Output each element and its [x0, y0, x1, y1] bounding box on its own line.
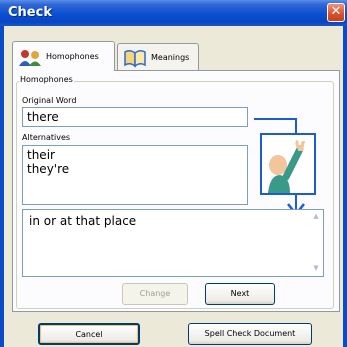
scroll-down-icon[interactable]: ▼	[311, 264, 321, 274]
tab-homophones-label: Homophones	[46, 52, 99, 61]
change-button[interactable]: Change	[122, 283, 188, 305]
tab-homophones[interactable]: Homophones	[12, 41, 115, 71]
next-button[interactable]: Next	[205, 283, 275, 305]
hand-raised-illustration	[260, 133, 316, 195]
window-border-left	[0, 26, 4, 347]
people-icon	[19, 49, 41, 66]
window-title: Check	[8, 5, 52, 20]
original-word-label: Original Word	[22, 96, 77, 105]
scroll-up-icon[interactable]: ▲	[311, 212, 321, 222]
list-item[interactable]: their	[27, 148, 243, 162]
definition-box: in or at that place ▲ ▼	[22, 209, 324, 277]
alternatives-label: Alternatives	[22, 133, 71, 142]
alternatives-list[interactable]: their they're	[22, 145, 248, 205]
list-item[interactable]: they're	[27, 162, 243, 176]
tab-meanings-label: Meanings	[151, 53, 190, 62]
close-button[interactable]: ✕	[327, 3, 345, 22]
title-bar: Check ✕	[0, 0, 347, 26]
homophones-group-label: Homophones	[19, 75, 74, 84]
book-icon	[124, 49, 146, 68]
close-icon: ✕	[330, 4, 342, 19]
window-border-right	[343, 26, 347, 347]
tab-meanings[interactable]: Meanings	[117, 43, 199, 71]
hand-raised-icon	[268, 139, 305, 193]
definition-text: in or at that place	[29, 214, 137, 228]
spell-check-document-button[interactable]: Spell Check Document	[188, 323, 312, 345]
original-word-field[interactable]: there	[22, 107, 248, 127]
cancel-button[interactable]: Cancel	[38, 323, 140, 345]
